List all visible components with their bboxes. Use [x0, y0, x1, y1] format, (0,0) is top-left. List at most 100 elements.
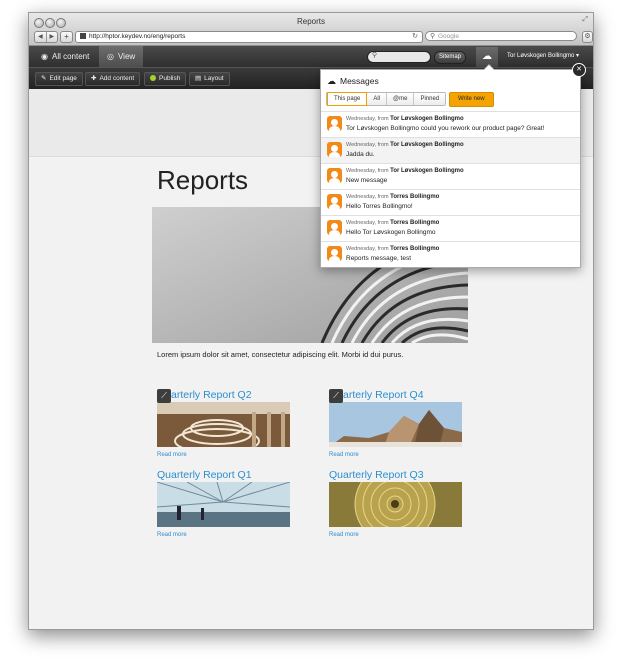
history-buttons: ◀ ▶ — [34, 31, 58, 43]
read-more-link[interactable]: Read more — [157, 452, 307, 458]
eye-icon: ◎ — [107, 52, 114, 61]
message-date: Wednesday, from — [346, 116, 389, 122]
message-meta: Wednesday, from Torres Bollingmo — [346, 246, 439, 252]
favicon-icon — [80, 33, 86, 39]
message-meta: Wednesday, from Torres Bollingmo — [346, 220, 439, 226]
edit-page-label: Edit page — [49, 75, 77, 82]
report-image[interactable] — [329, 482, 462, 527]
user-name: Tor Løvskogen Bollingmo — [507, 53, 575, 59]
message-date: Wednesday, from — [346, 168, 389, 174]
report-q2-image-graphic — [157, 402, 290, 447]
read-more-link[interactable]: Read more — [329, 532, 479, 538]
add-content-label: Add content — [99, 75, 135, 82]
tab-all-content[interactable]: ◉ All content — [33, 46, 97, 67]
message-item[interactable]: Wednesday, from Torres Bollingmo Reports… — [321, 241, 580, 267]
window-title: Reports — [296, 17, 325, 26]
edit-block-icon[interactable]: ⟋ — [329, 389, 343, 403]
user-menu[interactable]: Tor Løvskogen Bollingmo ▾ — [507, 46, 579, 67]
avatar — [327, 168, 342, 183]
message-author: Torres Bollingmo — [390, 194, 440, 200]
back-arrow-icon[interactable]: ◀ — [35, 32, 47, 42]
add-content-button[interactable]: ✚ Add content — [85, 72, 141, 86]
globe-icon: ◉ — [41, 52, 48, 61]
cms-search-icon: ⚲ — [372, 52, 378, 59]
status-dot-icon — [150, 75, 156, 81]
edit-icon: ✎ — [41, 75, 47, 82]
message-author: Tor Løvskogen Bollingmo — [390, 116, 464, 122]
message-item[interactable]: Wednesday, from Tor Løvskogen Bollingmo … — [321, 137, 580, 163]
address-bar[interactable]: http://hptor.keydev.no/eng/reports ↻ — [75, 31, 423, 43]
layout-button[interactable]: ▤ Layout — [189, 72, 230, 86]
message-meta: Wednesday, from Tor Løvskogen Bollingmo — [346, 116, 464, 122]
filter-pinned[interactable]: Pinned — [414, 93, 446, 105]
report-title-link[interactable]: Quarterly Report Q4 — [329, 389, 479, 401]
forward-arrow-icon[interactable]: ▶ — [47, 32, 58, 42]
chevron-down-icon: ▾ — [576, 53, 580, 59]
reload-icon[interactable]: ↻ — [412, 32, 418, 42]
intro-paragraph: Lorem ipsum dolor sit amet, consectetur … — [157, 350, 404, 359]
message-author: Tor Løvskogen Bollingmo — [390, 142, 464, 148]
report-card-q1: Quarterly Report Q1 Read more — [157, 469, 307, 538]
add-bookmark-button[interactable]: + — [60, 31, 73, 43]
messages-title: Messages — [340, 76, 379, 86]
read-more-link[interactable]: Read more — [329, 452, 479, 458]
fullscreen-icon[interactable]: ⤢ — [582, 16, 588, 24]
layout-icon: ▤ — [195, 75, 202, 82]
message-date: Wednesday, from — [346, 194, 389, 200]
avatar — [327, 220, 342, 235]
sitemap-button[interactable]: Sitemap — [434, 51, 466, 64]
report-card-q2: Quarterly Report Q2 Read more — [157, 389, 307, 458]
report-q3-image-graphic — [329, 482, 462, 527]
report-image[interactable] — [157, 402, 290, 447]
message-item[interactable]: Wednesday, from Torres Bollingmo Hello T… — [321, 215, 580, 241]
publish-label: Publish — [159, 75, 181, 82]
avatar — [327, 142, 342, 157]
gear-icon[interactable]: ⚙ — [582, 31, 593, 43]
close-icon[interactable]: ✕ — [572, 63, 586, 77]
cms-search-input[interactable]: ⚲ — [367, 51, 431, 63]
message-author: Torres Bollingmo — [390, 220, 440, 226]
layout-label: Layout — [204, 75, 224, 82]
message-date: Wednesday, from — [346, 246, 389, 252]
tab-all-content-label: All content — [51, 52, 90, 61]
plus-icon: ✚ — [91, 75, 97, 82]
report-title-link[interactable]: Quarterly Report Q1 — [157, 469, 307, 481]
message-text: Reports message, test — [346, 255, 412, 262]
page-title: Reports — [157, 165, 249, 195]
read-more-link[interactable]: Read more — [157, 532, 307, 538]
message-item[interactable]: Wednesday, from Torres Bollingmo Hello T… — [321, 189, 580, 215]
write-new-button[interactable]: Write new — [449, 92, 494, 107]
publish-button[interactable]: Publish — [144, 72, 187, 86]
edit-page-button[interactable]: ✎ Edit page — [35, 72, 83, 86]
report-title-link[interactable]: Quarterly Report Q2 — [157, 389, 307, 401]
message-meta: Wednesday, from Tor Løvskogen Bollingmo — [346, 142, 464, 148]
message-meta: Wednesday, from Torres Bollingmo — [346, 194, 439, 200]
message-filter-tabs: This page All @me Pinned — [326, 92, 447, 106]
message-author: Torres Bollingmo — [390, 246, 440, 252]
filter-at-me[interactable]: @me — [387, 93, 415, 105]
message-date: Wednesday, from — [346, 220, 389, 226]
filter-this-page[interactable]: This page — [327, 92, 368, 106]
edit-block-icon[interactable]: ⟋ — [157, 389, 171, 403]
report-image[interactable] — [329, 402, 462, 447]
message-author: Tor Løvskogen Bollingmo — [390, 168, 464, 174]
browser-search-input[interactable]: ⚲ Google — [425, 31, 577, 41]
avatar — [327, 246, 342, 261]
avatar — [327, 116, 342, 131]
message-list: Wednesday, from Tor Løvskogen Bollingmo … — [321, 111, 580, 267]
chat-bubbles-icon: ☁ — [327, 76, 336, 86]
report-image[interactable] — [157, 482, 290, 527]
message-date: Wednesday, from — [346, 142, 389, 148]
message-text: Hello Tor Løvskogen Bollingmo — [346, 229, 436, 236]
search-icon: ⚲ — [430, 33, 436, 40]
report-title-link[interactable]: Quarterly Report Q3 — [329, 469, 479, 481]
report-q1-image-graphic — [157, 482, 290, 527]
browser-window: Reports ⤢ ◀ ▶ + http://hptor.keydev.no/e… — [28, 12, 594, 630]
message-meta: Wednesday, from Tor Løvskogen Bollingmo — [346, 168, 464, 174]
filter-all[interactable]: All — [367, 93, 388, 105]
message-item[interactable]: Wednesday, from Tor Løvskogen Bollingmo … — [321, 111, 580, 137]
tab-view[interactable]: ◎ View — [99, 46, 144, 67]
message-item[interactable]: Wednesday, from Tor Løvskogen Bollingmo … — [321, 163, 580, 189]
report-card-q4: Quarterly Report Q4 Read more — [329, 389, 479, 458]
title-bar: Reports ⤢ ◀ ▶ + http://hptor.keydev.no/e… — [29, 13, 593, 46]
